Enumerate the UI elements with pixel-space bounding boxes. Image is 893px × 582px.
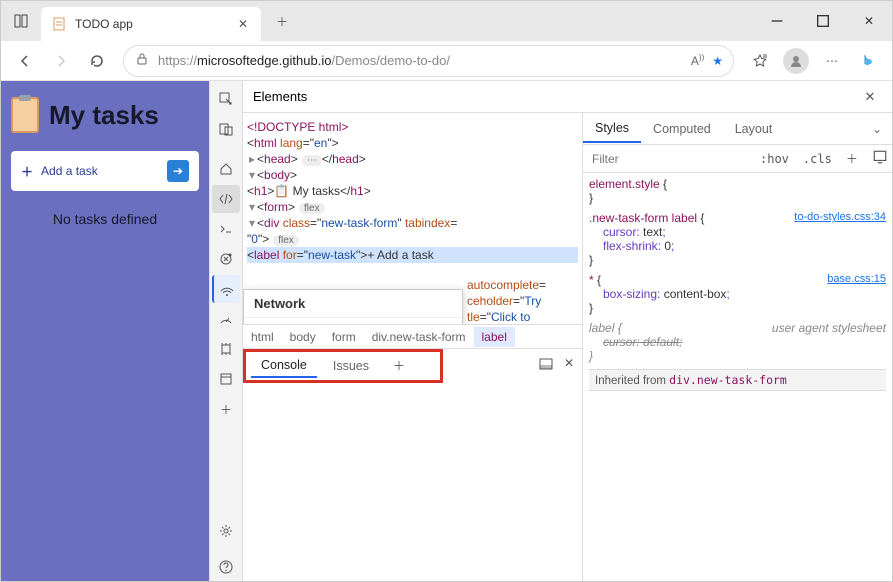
hov-toggle[interactable]: :hov — [756, 150, 793, 168]
inspect-tool-icon[interactable] — [212, 85, 240, 113]
dom-breadcrumbs[interactable]: html body form div.new-task-form label — [243, 324, 582, 348]
network-panel-icon[interactable] — [212, 275, 240, 303]
inherited-header: Inherited from div.new-task-form — [589, 369, 886, 391]
dom-tree[interactable]: <!DOCTYPE html> <html lang="en"> ▸<head>… — [243, 113, 582, 324]
crumb-html[interactable]: html — [243, 327, 282, 347]
styles-tab[interactable]: Styles — [583, 115, 641, 143]
sources-panel-icon[interactable] — [212, 245, 240, 273]
rule-source-link[interactable]: to-do-styles.css:34 — [794, 211, 886, 223]
context-menu-header: Network — [244, 290, 462, 318]
crumb-label[interactable]: label — [474, 327, 515, 347]
minimize-button[interactable] — [754, 1, 800, 41]
profile-button[interactable] — [780, 45, 812, 77]
device-toolbar-icon[interactable] — [212, 115, 240, 143]
browser-titlebar: TODO app ✕ ＋ ✕ — [1, 1, 892, 41]
styles-tabs: Styles Computed Layout ⌄ — [583, 113, 892, 145]
devtools-panel: Elements ✕ <!DOCTYPE html> <html lang="e… — [243, 81, 892, 581]
new-tab-button[interactable]: ＋ — [267, 6, 297, 36]
tab-close-button[interactable]: ✕ — [235, 16, 251, 32]
crumb-div[interactable]: div.new-task-form — [364, 327, 474, 347]
page-heading: My tasks — [11, 97, 199, 133]
tab-title: TODO app — [75, 17, 227, 31]
site-info-icon[interactable] — [134, 51, 150, 70]
new-rule-button[interactable]: ＋ — [842, 148, 862, 169]
style-rules[interactable]: element.style {} to-do-styles.css:34 .ne… — [583, 173, 892, 395]
console-panel-icon[interactable] — [212, 215, 240, 243]
back-button[interactable] — [9, 45, 41, 77]
forward-button — [45, 45, 77, 77]
window-controls: ✕ — [754, 1, 892, 41]
drawer-dock-icon[interactable] — [538, 356, 554, 375]
more-button[interactable]: ⋯ — [816, 45, 848, 77]
ctx-remove-activity-bar[interactable]: ✖ Remove from Activity Bar — [244, 318, 462, 324]
crumb-form[interactable]: form — [324, 327, 364, 347]
cls-toggle[interactable]: .cls — [799, 150, 836, 168]
styles-filter-input[interactable] — [589, 149, 750, 169]
welcome-panel-icon[interactable] — [212, 155, 240, 183]
elements-tab-label[interactable]: Elements — [253, 89, 307, 104]
styles-filter-row: :hov .cls ＋ — [583, 145, 892, 173]
page-content: My tasks ＋ Add a task ➔ No tasks defined — [1, 81, 209, 581]
memory-panel-icon[interactable] — [212, 335, 240, 363]
computed-tab[interactable]: Computed — [641, 116, 723, 142]
more-tabs-icon[interactable]: ⌄ — [862, 122, 892, 136]
performance-panel-icon[interactable] — [212, 305, 240, 333]
styles-pane: Styles Computed Layout ⌄ :hov .cls ＋ ele… — [582, 113, 892, 581]
browser-tab[interactable]: TODO app ✕ — [41, 7, 261, 41]
device-button[interactable] — [868, 147, 892, 170]
devtools-activity-bar: ＋ — [209, 81, 243, 581]
reader-mode-icon[interactable]: A)) — [691, 53, 704, 68]
page-title: My tasks — [49, 100, 159, 131]
drawer-issues-tab[interactable]: Issues — [323, 355, 379, 377]
context-menu: Network ✖ Remove from Activity Bar Move … — [243, 289, 463, 324]
drawer-add-tab-button[interactable]: ＋ — [385, 353, 413, 378]
settings-icon[interactable] — [212, 517, 240, 545]
maximize-button[interactable] — [800, 1, 846, 41]
application-panel-icon[interactable] — [212, 365, 240, 393]
quick-view-drawer: Console Issues ＋ ✕ — [243, 348, 582, 382]
close-window-button[interactable]: ✕ — [846, 1, 892, 41]
drawer-close-icon[interactable]: ✕ — [564, 356, 574, 375]
tab-favicon-icon — [51, 16, 67, 32]
add-task-field[interactable]: ＋ Add a task ➔ — [11, 151, 199, 191]
refresh-button[interactable] — [81, 45, 113, 77]
plus-icon: ＋ — [21, 163, 33, 180]
tab-actions-button[interactable] — [1, 1, 41, 41]
layout-tab[interactable]: Layout — [723, 116, 785, 142]
crumb-body[interactable]: body — [282, 327, 324, 347]
favorites-button[interactable] — [744, 45, 776, 77]
address-bar[interactable]: https://microsoftedge.github.io/Demos/de… — [123, 45, 734, 77]
no-tasks-message: No tasks defined — [11, 211, 199, 227]
help-icon[interactable] — [212, 553, 240, 581]
drawer-console-tab[interactable]: Console — [251, 354, 317, 378]
rule-source-link[interactable]: base.css:15 — [827, 273, 886, 285]
favorite-star-icon[interactable]: ★ — [712, 54, 723, 68]
bing-sidebar-button[interactable] — [852, 45, 884, 77]
elements-panel-icon[interactable] — [212, 185, 240, 213]
submit-task-button[interactable]: ➔ — [167, 160, 189, 182]
devtools-close-button[interactable]: ✕ — [858, 85, 882, 109]
add-task-label: Add a task — [41, 164, 98, 178]
url-text: https://microsoftedge.github.io/Demos/de… — [158, 53, 683, 68]
clipboard-icon — [11, 97, 39, 133]
browser-toolbar: https://microsoftedge.github.io/Demos/de… — [1, 41, 892, 81]
devtools-header: Elements ✕ — [243, 81, 892, 113]
more-tools-icon[interactable]: ＋ — [212, 395, 240, 423]
